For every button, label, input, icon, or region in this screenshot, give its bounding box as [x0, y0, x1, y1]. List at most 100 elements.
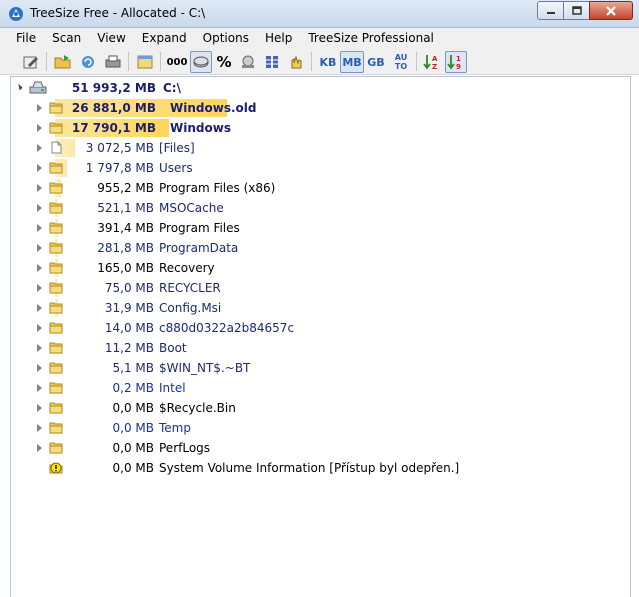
disk-usage-button[interactable]: [237, 51, 259, 73]
menu-options[interactable]: Options: [195, 28, 257, 48]
unit-mb-label: MB: [342, 55, 362, 69]
row-name: MSOCache: [159, 201, 224, 215]
tree-row[interactable]: 521,1 MB MSOCache: [11, 198, 630, 218]
exclude-button[interactable]: [285, 51, 307, 73]
expand-icon[interactable]: [37, 124, 42, 132]
row-name: Windows.old: [170, 101, 257, 115]
unit-gb-button[interactable]: GB: [365, 51, 387, 73]
root-row[interactable]: 51 993,2 MB C:\: [11, 78, 630, 98]
expand-icon[interactable]: [37, 204, 42, 212]
printer-icon: [105, 55, 121, 68]
expand-icon[interactable]: [37, 304, 42, 312]
menu-view[interactable]: View: [89, 28, 133, 48]
row-size: 521,1 MB: [97, 201, 154, 215]
sort-by-name-button[interactable]: AZ: [421, 51, 443, 73]
menu-scan[interactable]: Scan: [44, 28, 89, 48]
unit-gb-label: GB: [367, 55, 385, 69]
columns-button[interactable]: [261, 51, 283, 73]
menu-bar: File Scan View Expand Options Help TreeS…: [0, 28, 639, 48]
percent-icon: %: [216, 53, 232, 71]
row-name: $Recycle.Bin: [159, 401, 236, 415]
expand-icon[interactable]: [37, 224, 42, 232]
title-bar: TreeSize Free - Allocated - C:\: [0, 0, 639, 28]
tree-row[interactable]: 165,0 MB Recovery: [11, 258, 630, 278]
refresh-button[interactable]: [77, 51, 99, 73]
tree-row[interactable]: 1 797,8 MB Users: [11, 158, 630, 178]
unit-auto-button[interactable]: AU TO: [390, 51, 412, 73]
unit-kb-button[interactable]: KB: [317, 51, 339, 73]
expand-icon[interactable]: [37, 324, 42, 332]
row-name: [Files]: [159, 141, 195, 155]
menu-expand[interactable]: Expand: [134, 28, 195, 48]
tree-row[interactable]: 0,0 MB $Recycle.Bin: [11, 398, 630, 418]
menu-treesize-professional[interactable]: TreeSize Professional: [300, 28, 442, 48]
tree-row[interactable]: 281,8 MB ProgramData: [11, 238, 630, 258]
expand-icon[interactable]: [37, 144, 42, 152]
expand-icon[interactable]: [37, 184, 42, 192]
show-percent-button[interactable]: %: [213, 51, 235, 73]
show-size-button[interactable]: [190, 51, 212, 73]
svg-text:1: 1: [456, 55, 461, 63]
maximize-button[interactable]: [563, 1, 590, 20]
row-name: ProgramData: [159, 241, 239, 255]
row-name: Temp: [159, 421, 191, 435]
row-name: c880d0322a2b84657c: [159, 321, 295, 335]
tree-row[interactable]: 26 881,0 MB Windows.old: [11, 98, 630, 118]
expand-icon[interactable]: [37, 244, 42, 252]
minimize-button[interactable]: [537, 1, 564, 20]
row-name: Program Files (x86): [159, 181, 276, 195]
close-button[interactable]: [589, 1, 633, 20]
tree-row[interactable]: 0,0 MB System Volume Information [Přístup…: [11, 458, 630, 478]
row-size: 5,1 MB: [112, 361, 154, 375]
open-folder-button[interactable]: [52, 51, 74, 73]
tree-row[interactable]: 955,2 MB Program Files (x86): [11, 178, 630, 198]
sort-alpha-icon: AZ: [423, 55, 438, 71]
tree-row[interactable]: 31,9 MB Config.Msi: [11, 298, 630, 318]
tree-row[interactable]: 0,0 MB PerfLogs: [11, 438, 630, 458]
row-size: 0,0 MB: [112, 401, 154, 415]
tree-row[interactable]: 5,1 MB $WIN_NT$.~BT: [11, 358, 630, 378]
expand-icon[interactable]: [37, 424, 42, 432]
print-button[interactable]: [102, 51, 124, 73]
expand-icon[interactable]: [37, 444, 42, 452]
expand-icon[interactable]: [37, 364, 42, 372]
row-size: 31,9 MB: [104, 301, 154, 315]
refresh-icon: [82, 56, 94, 68]
show-count-button[interactable]: 000: [166, 51, 188, 73]
expand-icon[interactable]: [37, 344, 42, 352]
directory-tree[interactable]: 51 993,2 MB C:\ 26 881,0 MB Windows.old 17…: [10, 76, 631, 597]
tree-row[interactable]: 391,4 MB Program Files: [11, 218, 630, 238]
collapse-icon[interactable]: [15, 83, 23, 91]
tree-row[interactable]: 0,2 MB Intel: [11, 378, 630, 398]
tree-row[interactable]: 11,2 MB Boot: [11, 338, 630, 358]
row-size: 11,2 MB: [104, 341, 154, 355]
expand-icon[interactable]: [37, 104, 42, 112]
sort-by-size-button[interactable]: 19: [445, 51, 467, 73]
tree-row[interactable]: 0,0 MB Temp: [11, 418, 630, 438]
row-name: Recovery: [159, 261, 215, 275]
tree-row[interactable]: 14,0 MB c880d0322a2b84657c: [11, 318, 630, 338]
count-icon: 000: [166, 56, 188, 68]
expand-icon[interactable]: [37, 284, 42, 292]
explorer-button[interactable]: [134, 51, 156, 73]
row-size: 0,2 MB: [112, 381, 154, 395]
svg-text:Z: Z: [432, 63, 437, 71]
expand-icon[interactable]: [37, 404, 42, 412]
menu-help[interactable]: Help: [257, 28, 300, 48]
expand-icon[interactable]: [37, 384, 42, 392]
expand-icon[interactable]: [37, 164, 42, 172]
row-name: PerfLogs: [159, 441, 211, 455]
menu-file[interactable]: File: [8, 28, 44, 48]
root-name: C:\: [163, 81, 181, 95]
row-size: 281,8 MB: [97, 241, 154, 255]
tree-row[interactable]: 75,0 MB RECYCLER: [11, 278, 630, 298]
expand-icon[interactable]: [37, 264, 42, 272]
row-size: 165,0 MB: [97, 261, 154, 275]
tree-row[interactable]: 17 790,1 MB Windows: [11, 118, 630, 138]
drive-icon: [242, 55, 254, 68]
row-size: 955,2 MB: [97, 181, 154, 195]
select-directory-button[interactable]: [20, 51, 42, 73]
window-title: TreeSize Free - Allocated - C:\: [30, 6, 206, 20]
unit-mb-button[interactable]: MB: [340, 51, 364, 73]
tree-row[interactable]: 3 072,5 MB [Files]: [11, 138, 630, 158]
